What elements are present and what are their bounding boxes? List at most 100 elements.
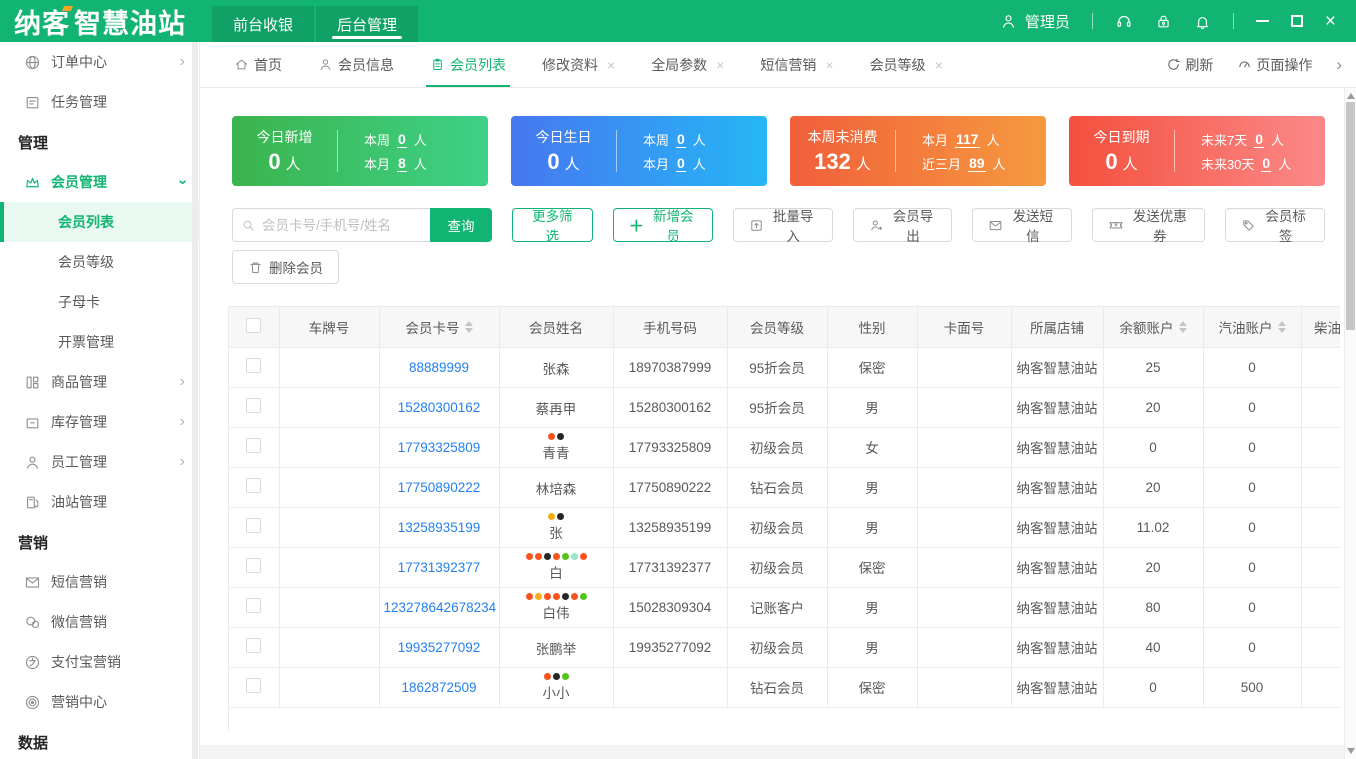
add-member-button[interactable]: ＋新增会员	[612, 208, 713, 244]
member-card-link[interactable]: 17731392377	[398, 560, 481, 575]
lock-icon[interactable]	[1155, 13, 1172, 30]
window-maximize-button[interactable]	[1290, 15, 1303, 27]
chevron-right-icon: ›	[179, 373, 185, 390]
row-checkbox[interactable]	[246, 438, 262, 453]
close-tab-icon[interactable]: ×	[935, 57, 943, 73]
scrollbar-thumb[interactable]	[1346, 102, 1355, 330]
member-card-link[interactable]: 15280300162	[398, 400, 481, 415]
cell-face-no	[917, 587, 1012, 628]
close-tab-icon[interactable]: ×	[716, 57, 724, 73]
member-card-link[interactable]: 17750890222	[398, 480, 481, 495]
window-minimize-button[interactable]	[1255, 20, 1269, 22]
sidebar-item-order-center[interactable]: 订单中心 ›	[0, 42, 199, 82]
tab-member-list[interactable]: 会员列表	[426, 42, 510, 87]
tab-edit-profile[interactable]: 修改资料 ×	[542, 42, 615, 87]
sort-control[interactable]	[1277, 320, 1286, 333]
row-checkbox[interactable]	[246, 598, 262, 613]
sort-desc-icon[interactable]	[464, 327, 473, 333]
headset-icon[interactable]	[1115, 12, 1133, 30]
sidebar-item-task-management[interactable]: 任务管理	[0, 82, 199, 122]
delete-member-button[interactable]: 删除会员	[232, 250, 339, 284]
chevron-right-icon: ›	[179, 53, 185, 70]
sidebar-group-member-management[interactable]: 会员管理 ›	[0, 162, 199, 202]
sidebar-item-member-level[interactable]: 会员等级	[0, 242, 199, 282]
row-checkbox[interactable]	[246, 678, 262, 693]
sidebar-item-inventory-management[interactable]: 库存管理 ›	[0, 402, 199, 442]
divider	[1232, 13, 1234, 29]
horizontal-scrollbar-track[interactable]	[200, 745, 1344, 759]
main-area: 首页 会员信息 会员列表 修改资料 × 全局参数 × 短信营销 × 会员等级 ×	[200, 42, 1356, 759]
cell-plate	[279, 507, 380, 548]
nav-frontdesk-cashier[interactable]: 前台收银	[212, 6, 314, 42]
member-card-link[interactable]: 17793325809	[398, 440, 481, 455]
table-row: 123278642678234 白伟 15028309304 记账客户 男 纳客…	[229, 587, 1340, 628]
sidebar-item-member-list[interactable]: 会员列表	[0, 202, 199, 242]
sort-desc-icon[interactable]	[1178, 327, 1187, 333]
member-card-link[interactable]: 88889999	[409, 360, 469, 375]
close-tab-icon[interactable]: ×	[825, 57, 833, 73]
cell-diesel	[1301, 587, 1340, 628]
sidebar-item-staff-management[interactable]: 员工管理 ›	[0, 442, 199, 482]
send-coupon-button[interactable]: ¥ 发送优惠券	[1092, 208, 1206, 244]
bell-icon[interactable]	[1194, 13, 1211, 30]
inventory-box-icon	[24, 414, 41, 431]
sort-control[interactable]	[1178, 320, 1187, 333]
cell-gender: 男	[827, 507, 918, 548]
select-all-checkbox[interactable]	[246, 317, 262, 333]
row-checkbox[interactable]	[246, 518, 262, 533]
sort-asc-icon[interactable]	[1277, 320, 1286, 326]
window-close-button[interactable]: ×	[1325, 12, 1336, 31]
sidebar-item-station-management[interactable]: 油站管理	[0, 482, 199, 522]
sidebar-item-invoice-management[interactable]: 开票管理	[0, 322, 199, 362]
close-tab-icon[interactable]: ×	[607, 57, 615, 73]
member-card-link[interactable]: 19935277092	[398, 640, 481, 655]
scroll-down-icon[interactable]	[1347, 748, 1355, 754]
sort-asc-icon[interactable]	[464, 320, 473, 326]
send-sms-button[interactable]: 发送短信	[972, 208, 1073, 244]
cell-gender: 保密	[827, 547, 918, 588]
vertical-scrollbar[interactable]	[1344, 88, 1356, 759]
member-tag-button[interactable]: 会员标签	[1225, 208, 1326, 244]
tab-member-level[interactable]: 会员等级 ×	[870, 42, 943, 87]
scroll-up-icon[interactable]	[1347, 93, 1355, 99]
member-card-link[interactable]: 123278642678234	[384, 600, 497, 615]
cell-diesel	[1301, 507, 1340, 548]
chevron-right-icon[interactable]: ›	[1336, 55, 1342, 75]
row-checkbox[interactable]	[246, 638, 262, 653]
row-checkbox[interactable]	[246, 358, 262, 373]
sidebar-item-marketing-center[interactable]: 营销中心	[0, 682, 199, 722]
sort-asc-icon[interactable]	[1178, 320, 1187, 326]
tab-home[interactable]: 首页	[234, 42, 282, 87]
tab-member-info[interactable]: 会员信息	[318, 42, 394, 87]
nav-backoffice-admin[interactable]: 后台管理	[316, 6, 418, 42]
search-button[interactable]: 查询	[430, 208, 492, 242]
row-checkbox[interactable]	[246, 478, 262, 493]
member-card-link[interactable]: 1862872509	[401, 680, 476, 695]
sidebar-item-sms-marketing[interactable]: 短信营销	[0, 562, 199, 602]
sort-desc-icon[interactable]	[1277, 327, 1286, 333]
sidebar-item-alipay-marketing[interactable]: 支付宝营销	[0, 642, 199, 682]
row-checkbox[interactable]	[246, 398, 262, 413]
refresh-button[interactable]: 刷新	[1166, 55, 1213, 75]
tab-sms-marketing[interactable]: 短信营销 ×	[760, 42, 833, 87]
member-card-link[interactable]: 13258935199	[398, 520, 481, 535]
cell-name: 青青	[499, 427, 614, 468]
member-export-button[interactable]: 会员导出	[852, 208, 953, 244]
chevron-right-icon: ›	[179, 453, 185, 470]
cell-balance: 0	[1103, 667, 1204, 708]
page-operations-button[interactable]: 页面操作	[1237, 55, 1312, 75]
sidebar-item-wechat-marketing[interactable]: 微信营销	[0, 602, 199, 642]
home-icon	[234, 57, 249, 72]
sort-control[interactable]	[464, 320, 473, 333]
more-filters-button[interactable]: 更多筛选	[512, 208, 593, 244]
search-input[interactable]	[262, 217, 402, 233]
sidebar-section-marketing: 营销	[18, 534, 49, 552]
sidebar-item-parent-child-card[interactable]: 子母卡	[0, 282, 199, 322]
batch-import-button[interactable]: 批量导入	[732, 208, 833, 244]
sidebar-scrollbar[interactable]	[192, 42, 198, 759]
tab-global-params[interactable]: 全局参数 ×	[651, 42, 724, 87]
sidebar: 订单中心 › 任务管理 管理 会员管理 › 会员列表 会员等级 子母卡 开票管理…	[0, 42, 200, 759]
row-checkbox[interactable]	[246, 558, 262, 573]
user-menu[interactable]: 管理员	[1000, 11, 1070, 32]
sidebar-item-goods-management[interactable]: 商品管理 ›	[0, 362, 199, 402]
